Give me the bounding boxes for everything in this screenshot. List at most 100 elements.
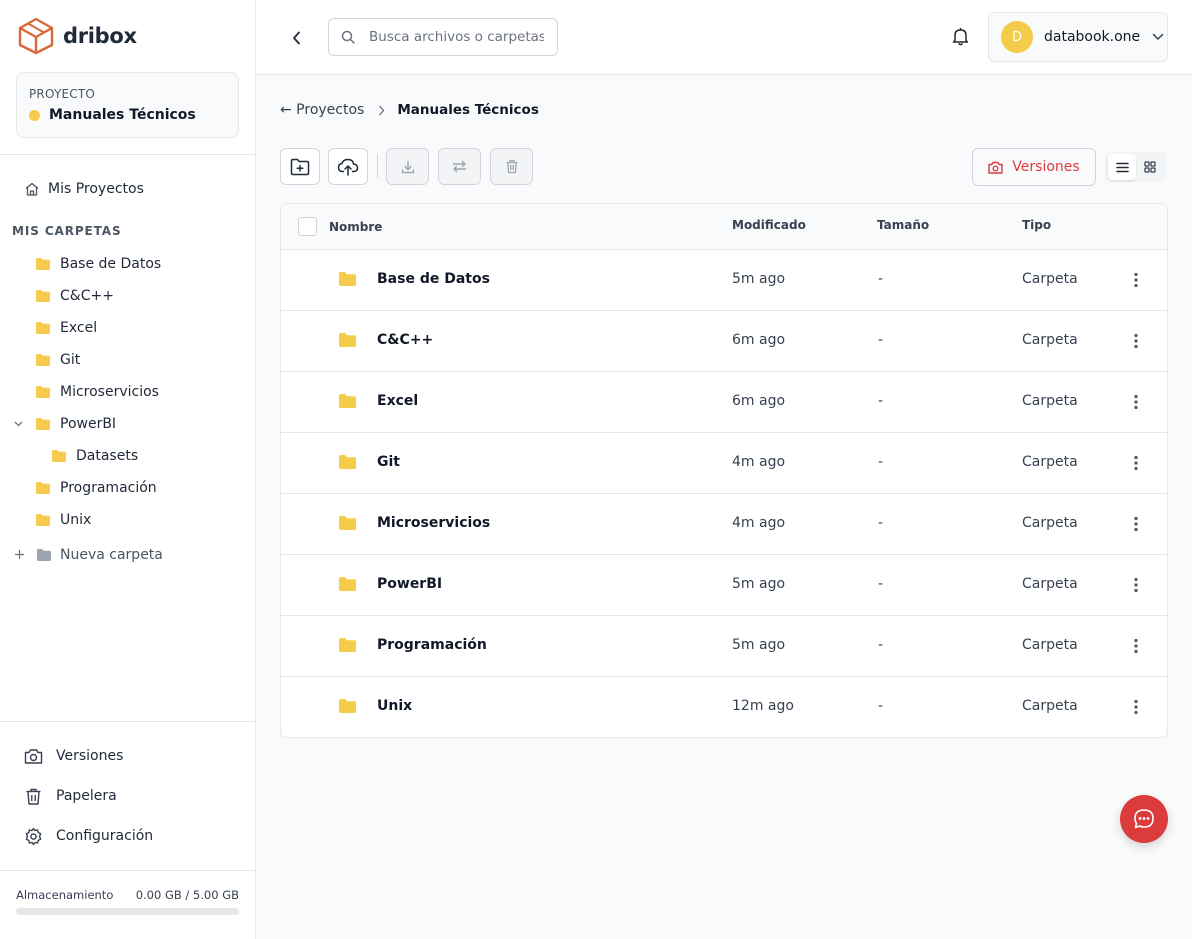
folder-plus-icon bbox=[290, 158, 310, 176]
folder-tree-item[interactable]: Unix bbox=[0, 504, 255, 536]
back-button[interactable] bbox=[286, 27, 308, 49]
folder-tree-label: Base de Datos bbox=[60, 256, 162, 272]
row-size: - bbox=[878, 637, 884, 653]
row-name[interactable]: C&C++ bbox=[377, 332, 433, 348]
grid-icon bbox=[1144, 161, 1156, 173]
row-modified: 4m ago bbox=[732, 515, 786, 531]
camera-icon bbox=[988, 161, 1003, 174]
notifications-button[interactable] bbox=[952, 27, 969, 46]
breadcrumb: ← Proyectos Manuales Técnicos bbox=[280, 100, 539, 120]
folder-icon bbox=[339, 638, 356, 652]
table-row[interactable]: Git 4m ago - Carpeta bbox=[281, 433, 1167, 494]
column-header-size[interactable]: Tamaño bbox=[877, 218, 929, 232]
move-button[interactable] bbox=[438, 148, 481, 185]
row-name[interactable]: Excel bbox=[377, 393, 418, 409]
nav-mis-proyectos[interactable]: Mis Proyectos bbox=[24, 178, 144, 200]
more-options-icon[interactable] bbox=[1131, 514, 1141, 534]
folder-tree-item[interactable]: Microservicios bbox=[0, 376, 255, 408]
row-name[interactable]: Microservicios bbox=[377, 515, 490, 531]
table-row[interactable]: Programación 5m ago - Carpeta bbox=[281, 616, 1167, 677]
row-modified: 12m ago bbox=[732, 698, 794, 714]
folder-icon bbox=[52, 450, 66, 462]
column-header-name[interactable]: Nombre bbox=[329, 220, 382, 234]
table-row[interactable]: Microservicios 4m ago - Carpeta bbox=[281, 494, 1167, 555]
row-name[interactable]: PowerBI bbox=[377, 576, 442, 592]
folder-icon bbox=[339, 394, 356, 408]
grid-view-button[interactable] bbox=[1136, 154, 1164, 180]
download-button[interactable] bbox=[386, 148, 429, 185]
row-name[interactable]: Unix bbox=[377, 698, 412, 714]
project-selector[interactable]: PROYECTO Manuales Técnicos bbox=[16, 72, 239, 138]
delete-button[interactable] bbox=[490, 148, 533, 185]
folder-tree-item[interactable]: C&C++ bbox=[0, 280, 255, 312]
row-type: Carpeta bbox=[1022, 515, 1078, 531]
breadcrumb-current: Manuales Técnicos bbox=[397, 102, 539, 118]
sidebar-versions[interactable]: Versiones bbox=[24, 745, 123, 767]
new-folder-toolbar-button[interactable] bbox=[280, 148, 320, 185]
sidebar-versions-label: Versiones bbox=[56, 748, 124, 764]
row-type: Carpeta bbox=[1022, 454, 1078, 470]
list-view-button[interactable] bbox=[1108, 154, 1136, 180]
row-name[interactable]: Git bbox=[377, 454, 400, 470]
new-folder-button[interactable]: Nueva carpeta bbox=[0, 541, 255, 569]
more-options-icon[interactable] bbox=[1131, 453, 1141, 473]
folder-tree-item[interactable]: Programación bbox=[0, 472, 255, 504]
versions-button[interactable]: Versiones bbox=[972, 148, 1096, 186]
storage-usage: Almacenamiento 0.00 GB / 5.00 GB bbox=[16, 888, 239, 915]
folder-tree-item[interactable]: Datasets bbox=[0, 440, 255, 472]
folder-tree-item[interactable]: Excel bbox=[0, 312, 255, 344]
folder-tree-item[interactable]: Git bbox=[0, 344, 255, 376]
user-menu[interactable]: D databook.one bbox=[988, 12, 1168, 62]
folder-icon bbox=[36, 322, 50, 334]
toolbar-separator bbox=[377, 154, 378, 178]
more-options-icon[interactable] bbox=[1131, 697, 1141, 717]
chat-button[interactable] bbox=[1120, 795, 1168, 843]
chevron-left-icon bbox=[291, 31, 303, 45]
row-size: - bbox=[878, 393, 884, 409]
row-type: Carpeta bbox=[1022, 393, 1078, 409]
column-header-modified[interactable]: Modificado bbox=[732, 218, 806, 232]
more-options-icon[interactable] bbox=[1131, 636, 1141, 656]
search-input[interactable] bbox=[369, 29, 544, 45]
sidebar: dribox PROYECTO Manuales Técnicos Mis Pr… bbox=[0, 0, 256, 939]
row-name[interactable]: Base de Datos bbox=[377, 271, 490, 287]
table-row[interactable]: Base de Datos 5m ago - Carpeta bbox=[281, 250, 1167, 311]
table-row[interactable]: C&C++ 6m ago - Carpeta bbox=[281, 311, 1167, 372]
select-all-checkbox[interactable] bbox=[298, 217, 317, 236]
file-table: Nombre Modificado Tamaño Tipo Base de Da… bbox=[280, 203, 1168, 738]
table-row[interactable]: PowerBI 5m ago - Carpeta bbox=[281, 555, 1167, 616]
column-header-type[interactable]: Tipo bbox=[1022, 218, 1051, 232]
more-options-icon[interactable] bbox=[1131, 392, 1141, 412]
row-modified: 5m ago bbox=[732, 637, 786, 653]
chevron-down-icon[interactable] bbox=[13, 418, 24, 429]
row-name[interactable]: Programación bbox=[377, 637, 487, 653]
list-icon bbox=[1115, 162, 1129, 173]
row-type: Carpeta bbox=[1022, 576, 1078, 592]
gear-icon bbox=[24, 827, 43, 846]
breadcrumb-back-link[interactable]: ← Proyectos bbox=[280, 102, 364, 118]
more-options-icon[interactable] bbox=[1131, 331, 1141, 351]
more-options-icon[interactable] bbox=[1131, 575, 1141, 595]
search-box bbox=[328, 18, 558, 56]
folder-icon bbox=[339, 516, 356, 530]
upload-button[interactable] bbox=[328, 148, 368, 185]
divider bbox=[0, 870, 255, 871]
bell-icon bbox=[952, 27, 969, 46]
folder-tree: Base de Datos C&C++ Excel Git Microservi… bbox=[0, 248, 255, 536]
row-modified: 6m ago bbox=[732, 332, 786, 348]
table-row[interactable]: Unix 12m ago - Carpeta bbox=[281, 677, 1167, 737]
trash-icon bbox=[24, 787, 43, 806]
folder-tree-item[interactable]: Base de Datos bbox=[0, 248, 255, 280]
table-row[interactable]: Excel 6m ago - Carpeta bbox=[281, 372, 1167, 433]
avatar: D bbox=[1001, 21, 1033, 53]
sidebar-trash[interactable]: Papelera bbox=[24, 785, 117, 807]
more-options-icon[interactable] bbox=[1131, 270, 1141, 290]
app-logo[interactable]: dribox bbox=[17, 17, 137, 55]
row-size: - bbox=[878, 515, 884, 531]
app-name: dribox bbox=[63, 24, 137, 48]
folder-tree-item[interactable]: PowerBI bbox=[0, 408, 255, 440]
project-name: Manuales Técnicos bbox=[49, 107, 196, 123]
cloud-upload-icon bbox=[337, 158, 359, 176]
sidebar-settings[interactable]: Configuración bbox=[24, 825, 153, 847]
user-name: databook.one bbox=[1044, 29, 1141, 45]
